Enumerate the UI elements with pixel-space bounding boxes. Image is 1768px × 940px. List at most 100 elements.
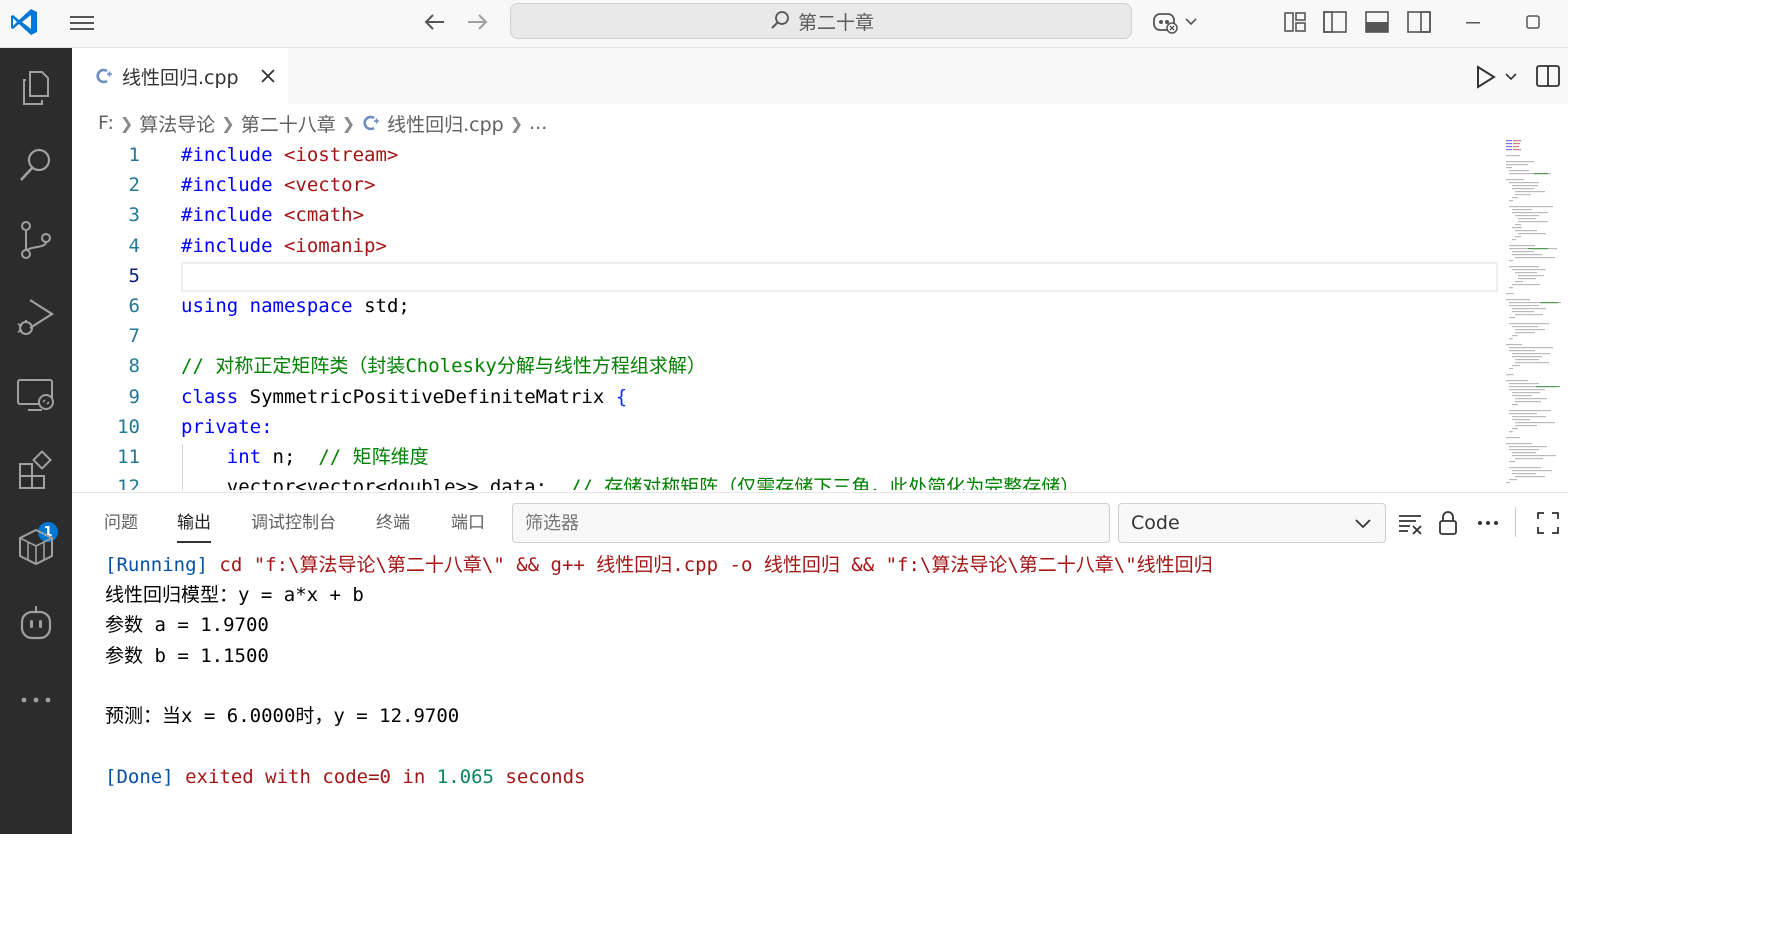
line-number: 4 — [128, 235, 140, 257]
line-number: 10 — [117, 416, 140, 438]
output-line: 预测：当x = 6.0000时，y = 12.9700 — [105, 705, 460, 727]
cpp-file-icon — [96, 68, 112, 84]
title-bar: 第二十章 — [0, 0, 1568, 48]
line-number: 3 — [128, 204, 140, 226]
output-line-done: [Done] exited with code=0 in 1.065 secon… — [105, 762, 586, 792]
code-editor[interactable]: 1 #include <iostream> 2 #include <vector… — [72, 140, 1568, 490]
chevron-right-icon: ❯ — [221, 113, 235, 133]
line-number: 8 — [128, 355, 140, 377]
minimap[interactable] — [1504, 140, 1566, 490]
toggle-secondary-sidebar-icon[interactable] — [1404, 8, 1434, 36]
code-token: std; — [364, 295, 410, 317]
code-line: 7 — [72, 321, 1498, 351]
code-token: <cmath> — [283, 204, 365, 226]
tab-debug-console[interactable]: 调试控制台 — [251, 503, 336, 543]
more-icon[interactable] — [12, 676, 60, 724]
code-token: #include — [181, 204, 273, 226]
split-editor-icon[interactable] — [1534, 62, 1562, 90]
run-and-debug-icon[interactable] — [12, 292, 60, 340]
remote-explorer-icon[interactable] — [12, 370, 60, 418]
code-token: #include — [181, 235, 273, 257]
command-center-search[interactable]: 第二十章 — [510, 3, 1132, 39]
code-token: namespace — [249, 295, 353, 317]
customize-layout-icon[interactable] — [1280, 8, 1310, 36]
chevron-right-icon: ❯ — [119, 113, 134, 133]
code-line: 9 class SymmetricPositiveDefiniteMatrix … — [72, 382, 1498, 412]
clear-output-icon[interactable] — [1396, 509, 1424, 537]
code-line: 3 #include <cmath> — [72, 200, 1498, 230]
code-token: SymmetricPositiveDefiniteMatrix — [249, 386, 605, 408]
code-line: 6 using namespace std; — [72, 291, 1498, 321]
breadcrumb-folder-chapter[interactable]: 第二十八章 — [241, 110, 336, 137]
code-line: 2 #include <vector> — [72, 170, 1498, 200]
output-line: 参数 a = 1.9700 — [105, 614, 269, 636]
output-line: 参数 b = 1.1500 — [105, 645, 269, 667]
search-icon — [771, 11, 789, 29]
output-channel-select[interactable]: Code — [1118, 503, 1386, 543]
breadcrumb-drive[interactable]: F: — [98, 112, 114, 134]
output-line: 线性回归模型：y = a*x + b — [105, 584, 364, 606]
line-number: 11 — [117, 446, 140, 468]
tab-terminal[interactable]: 终端 — [376, 503, 410, 543]
breadcrumb-more[interactable]: ... — [529, 112, 547, 134]
line-number: 5 — [128, 265, 140, 287]
line-number: 12 — [117, 476, 140, 490]
forward-arrow-icon[interactable] — [462, 8, 492, 36]
output-filter-input[interactable] — [512, 503, 1110, 543]
code-line: 8 // 对称正定矩阵类（封装Cholesky分解与线性方程组求解） — [72, 351, 1498, 381]
tab-output[interactable]: 输出 — [177, 503, 211, 543]
search-text: 第二十章 — [797, 11, 874, 34]
chevron-right-icon: ❯ — [509, 113, 524, 133]
code-token: using — [181, 295, 239, 317]
copilot-icon[interactable] — [1150, 8, 1200, 36]
code-comment: // 存储对称矩阵（仅需存储下三角，此处简化为完整存储） — [569, 476, 1080, 490]
toggle-primary-sidebar-icon[interactable] — [1320, 8, 1350, 36]
done-time: 1.065 — [436, 766, 494, 788]
explorer-icon[interactable] — [12, 64, 60, 112]
tab-ports[interactable]: 端口 — [451, 503, 485, 543]
chevron-right-icon: ❯ — [341, 113, 356, 133]
code-comment: // 对称正定矩阵类（封装Cholesky分解与线性方程组求解） — [181, 355, 706, 377]
run-code-button[interactable] — [1472, 62, 1522, 92]
chevron-down-icon — [1355, 519, 1371, 529]
code-token: #include — [181, 144, 273, 166]
code-line: 12 vector<vector<double>> data; // 存储对称矩… — [72, 472, 1498, 490]
copilot-chat-icon[interactable] — [12, 600, 60, 648]
more-actions-icon[interactable] — [1474, 509, 1502, 537]
maximize-panel-icon[interactable] — [1534, 509, 1562, 537]
extensions-icon[interactable] — [12, 446, 60, 494]
running-command: cd "f:\算法导论\第二十八章\" && g++ 线性回归.cpp -o 线… — [219, 554, 1213, 576]
code-line: 10 private: — [72, 412, 1498, 442]
toolbar-divider — [1515, 507, 1516, 537]
lock-scroll-icon[interactable] — [1434, 509, 1462, 537]
tab-label: 线性回归.cpp — [122, 66, 239, 89]
done-unit: seconds — [505, 766, 586, 788]
breadcrumb-folder-algorithms[interactable]: 算法导论 — [139, 110, 215, 137]
breadcrumb-file[interactable]: 线性回归.cpp — [387, 110, 504, 137]
activity-bar: 1 — [0, 48, 72, 834]
maximize-icon[interactable] — [1518, 8, 1548, 36]
code-token: vector<vector<double>> data; — [226, 476, 548, 490]
line-number: 2 — [128, 174, 140, 196]
code-token: n; — [272, 446, 296, 468]
hamburger-menu-icon[interactable] — [66, 10, 98, 36]
minimize-icon[interactable] — [1458, 8, 1488, 36]
code-token: { — [615, 386, 628, 408]
close-tab-icon[interactable] — [258, 66, 278, 86]
code-token: <iomanip> — [283, 235, 387, 257]
done-text: exited with code=0 in — [185, 766, 426, 788]
source-control-icon[interactable] — [12, 216, 60, 264]
code-line: 5 — [72, 261, 1498, 291]
done-tag: [Done] — [105, 766, 174, 788]
code-line: 4 #include <iomanip> — [72, 231, 1498, 261]
tab-linear-regression-cpp[interactable]: 线性回归.cpp — [72, 48, 288, 104]
code-token: <vector> — [283, 174, 376, 196]
packages-icon[interactable] — [12, 522, 60, 570]
search-icon[interactable] — [12, 140, 60, 188]
line-number: 6 — [128, 295, 140, 317]
line-number: 7 — [128, 325, 140, 347]
back-arrow-icon[interactable] — [420, 8, 450, 36]
toggle-panel-icon[interactable] — [1362, 8, 1392, 36]
tab-problems[interactable]: 问题 — [104, 503, 138, 543]
code-token: private: — [181, 416, 273, 438]
